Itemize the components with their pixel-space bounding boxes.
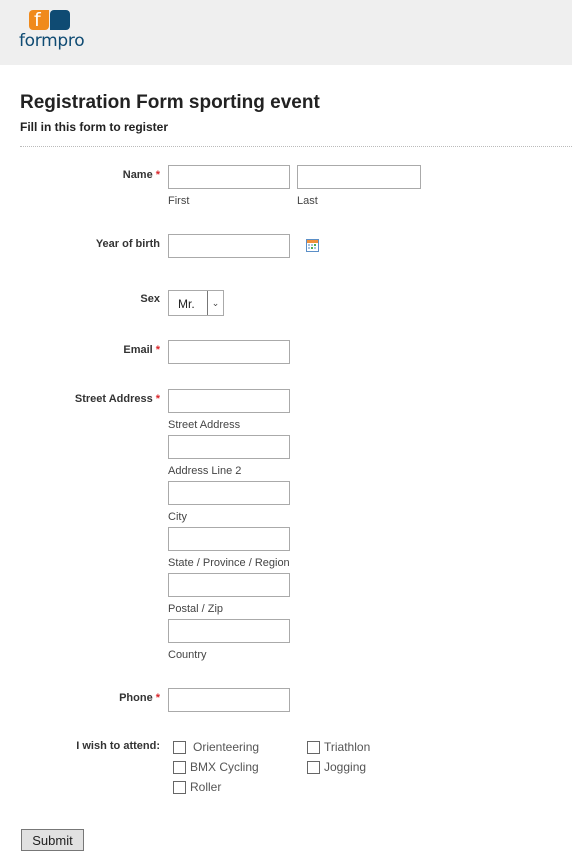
checkbox-box[interactable] xyxy=(173,760,186,774)
logo-orange-tile: f xyxy=(29,9,49,31)
phone-label-text: Phone xyxy=(119,692,153,704)
checkbox-jogging[interactable]: Jogging xyxy=(307,760,366,774)
submit-button[interactable]: Submit xyxy=(21,829,84,851)
birth-year-input[interactable] xyxy=(168,234,290,258)
calendar-icon[interactable] xyxy=(306,239,319,252)
email-input[interactable] xyxy=(168,340,290,364)
checkbox-label: BMX Cycling xyxy=(190,760,259,774)
checkbox-box[interactable] xyxy=(307,740,320,754)
email-label: Email * xyxy=(123,344,160,356)
logo-letter: f xyxy=(34,9,41,31)
phone-input[interactable] xyxy=(168,688,290,712)
required-marker: * xyxy=(155,692,160,704)
attend-label: I wish to attend: xyxy=(76,740,160,752)
state-input[interactable] xyxy=(168,527,290,551)
logo-blue-tile xyxy=(50,10,70,30)
address-line2-sublabel: Address Line 2 xyxy=(168,465,242,477)
formpro-logo-icon: f xyxy=(29,9,70,31)
sex-selected-value: Mr. xyxy=(178,297,195,311)
country-sublabel: Country xyxy=(168,649,207,661)
address-line2-input[interactable] xyxy=(168,435,290,459)
required-marker: * xyxy=(155,344,160,356)
checkbox-box[interactable] xyxy=(173,780,186,794)
sex-label: Sex xyxy=(140,293,160,305)
checkbox-label: Jogging xyxy=(324,760,367,774)
phone-label: Phone * xyxy=(119,692,160,704)
checkbox-box[interactable] xyxy=(173,740,186,754)
street-address-input[interactable] xyxy=(168,389,290,413)
checkbox-label: Orienteering xyxy=(193,740,260,754)
required-marker: * xyxy=(155,393,160,405)
country-input[interactable] xyxy=(168,619,290,643)
required-marker: * xyxy=(155,169,160,181)
checkbox-triathlon[interactable]: Triathlon xyxy=(307,740,370,754)
first-sublabel: First xyxy=(168,195,190,207)
first-name-input[interactable] xyxy=(168,165,290,189)
logo-text: formpro xyxy=(19,31,85,51)
postal-sublabel: Postal / Zip xyxy=(168,603,224,615)
form-subtitle: Fill in this form to register xyxy=(20,120,169,134)
checkbox-bmx-cycling[interactable]: BMX Cycling xyxy=(173,760,259,774)
last-name-input[interactable] xyxy=(297,165,421,189)
name-label-text: Name xyxy=(122,169,153,181)
state-sublabel: State / Province / Region xyxy=(168,557,290,569)
checkbox-label: Triathlon xyxy=(324,740,371,754)
street-address-sublabel: Street Address xyxy=(168,419,241,431)
city-input[interactable] xyxy=(168,481,290,505)
postal-input[interactable] xyxy=(168,573,290,597)
checkbox-roller[interactable]: Roller xyxy=(173,780,221,794)
divider xyxy=(20,146,572,147)
checkbox-orienteering[interactable]: Orienteering xyxy=(173,740,259,754)
form-title: Registration Form sporting event xyxy=(20,92,320,113)
chevron-down-icon[interactable]: ⌄ xyxy=(207,291,223,315)
checkbox-label: Roller xyxy=(190,780,222,794)
checkbox-box[interactable] xyxy=(307,760,320,774)
name-label: Name * xyxy=(123,169,160,181)
city-sublabel: City xyxy=(168,511,187,523)
address-label: Street Address * xyxy=(75,393,160,405)
email-label-text: Email xyxy=(123,344,153,356)
address-label-text: Street Address xyxy=(74,393,153,405)
birth-label: Year of birth xyxy=(95,238,160,250)
header: f formpro xyxy=(0,0,572,65)
sex-select[interactable]: Mr. ⌄ xyxy=(168,290,224,316)
last-sublabel: Last xyxy=(297,195,318,207)
